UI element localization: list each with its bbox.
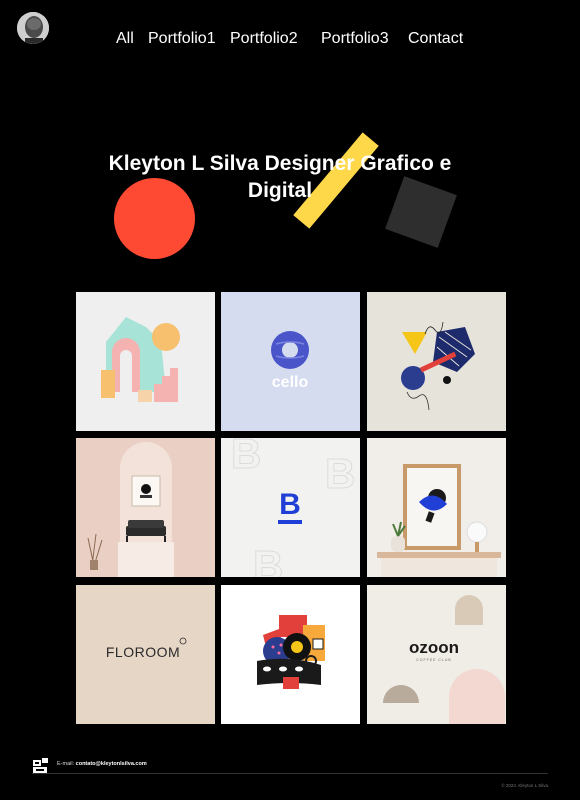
footer-contact: E-mail: contato@kleytonlsilva.com xyxy=(57,761,147,767)
nav-all[interactable]: All xyxy=(116,29,134,49)
title-line-1: Kleyton L Silva Designer Grafico e xyxy=(108,152,452,175)
nav-portfolio3[interactable]: Portfolio3 xyxy=(321,29,389,49)
portfolio-tile[interactable]: cello xyxy=(221,292,360,431)
interior-mockup-icon xyxy=(76,438,215,577)
ozoon-tagline: COFFEE CLUB xyxy=(416,658,452,662)
portfolio-tile[interactable] xyxy=(367,292,506,431)
main-nav: All Portfolio1 Portfolio2 Portfolio3 Con… xyxy=(0,29,580,51)
hero: Kleyton L Silva Designer Grafico e Digit… xyxy=(0,120,580,280)
nav-contact[interactable]: Contact xyxy=(408,29,463,49)
floroom-wordmark: FLOROOM xyxy=(106,644,180,660)
footer-divider xyxy=(32,773,548,774)
colorful-abstract-face-icon xyxy=(221,585,360,724)
cello-wordmark: cello xyxy=(272,374,309,391)
nav-portfolio2[interactable]: Portfolio2 xyxy=(230,29,298,49)
portfolio-tile[interactable] xyxy=(367,438,506,577)
abstract-shapes-collage-icon xyxy=(367,292,506,431)
svg-text:B: B xyxy=(279,488,301,521)
nav-portfolio1[interactable]: Portfolio1 xyxy=(148,29,216,49)
page-title: Kleyton L Silva Designer Grafico e Digit… xyxy=(60,150,500,204)
svg-text:B: B xyxy=(231,438,261,477)
title-line-2: Digital xyxy=(247,179,313,202)
framed-poster-mockup-icon xyxy=(367,438,506,577)
letter-b-brand-mark-icon: B B B B xyxy=(221,438,360,577)
email-link[interactable]: contato@kleytonlsilva.com xyxy=(76,761,147,767)
portfolio-tile[interactable]: FLOROOM xyxy=(76,585,215,724)
portfolio-tile[interactable]: ozoon COFFEE CLUB xyxy=(367,585,506,724)
copyright-text: © 2024. Kleyton L Silva xyxy=(501,783,548,788)
portfolio-tile[interactable] xyxy=(221,585,360,724)
portfolio-tile[interactable]: B B B B xyxy=(221,438,360,577)
svg-text:B: B xyxy=(325,450,355,497)
portfolio-tile[interactable] xyxy=(76,292,215,431)
portfolio-tile[interactable] xyxy=(76,438,215,577)
email-label: E-mail: xyxy=(57,761,75,767)
ozoon-logo-icon: ozoon COFFEE CLUB xyxy=(367,585,506,724)
svg-text:B: B xyxy=(253,542,283,577)
cello-logo-icon: cello xyxy=(221,292,360,431)
geometric-arches-illustration-icon xyxy=(76,292,215,431)
floroom-logo-icon: FLOROOM xyxy=(76,585,215,724)
ozoon-wordmark: ozoon xyxy=(409,638,459,657)
